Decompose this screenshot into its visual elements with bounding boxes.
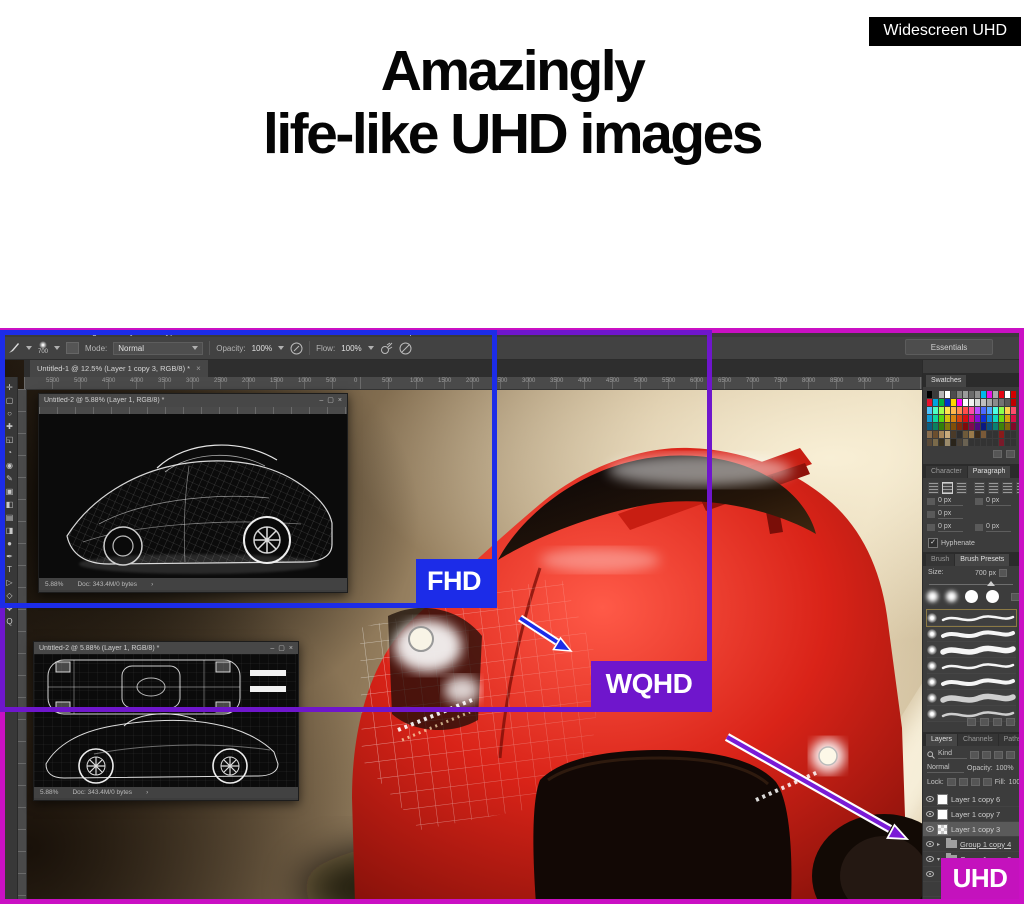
page-title: Amazingly life-like UHD images bbox=[0, 40, 1024, 166]
widescreen-uhd-badge: Widescreen UHD bbox=[869, 17, 1021, 46]
fhd-region-rectangle: FHD bbox=[0, 330, 497, 608]
marketing-banner: Amazingly life-like UHD images Widescree… bbox=[0, 0, 1024, 904]
uhd-label: UHD bbox=[941, 858, 1019, 899]
wqhd-label: WQHD bbox=[591, 661, 707, 707]
photoshop-screenshot: FileEditImageLayerTypeSelectFilter3DView… bbox=[0, 328, 1024, 904]
fhd-label: FHD bbox=[416, 559, 492, 603]
title-line-1: Amazingly bbox=[381, 39, 644, 103]
title-line-2: life-like UHD images bbox=[263, 102, 761, 166]
